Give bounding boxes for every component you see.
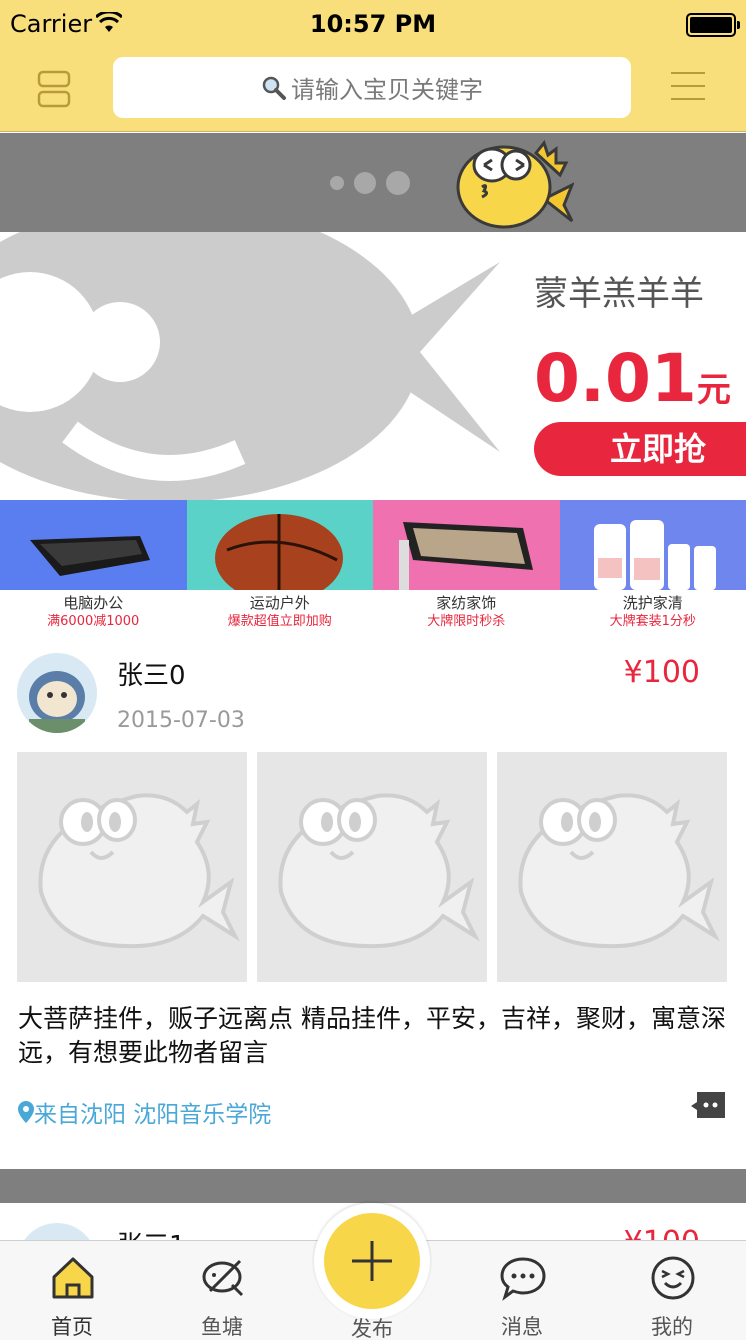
category-sub: 满6000减1000 (47, 614, 140, 628)
search-placeholder: 请输入宝贝关键字 (291, 76, 483, 104)
keyboard-image (0, 500, 187, 590)
fish-mascot-icon (456, 139, 574, 229)
tab-label: 鱼塘 (201, 1315, 243, 1339)
post-card[interactable]: 张三0 2015-07-03 ¥100 大菩萨挂件，贩子远离点 精品挂件，平安，… (0, 628, 746, 1169)
location-pin-icon (18, 1101, 34, 1123)
grab-now-button[interactable]: 立即抢 (534, 422, 746, 476)
pull-refresh-header (0, 133, 746, 232)
home-icon (52, 1257, 94, 1299)
fish-pond-icon (202, 1259, 244, 1297)
plus-icon (352, 1241, 392, 1281)
search-input[interactable]: 请输入宝贝关键字 (113, 57, 631, 118)
profile-face-icon (651, 1256, 695, 1300)
category-computer-office[interactable]: 电脑办公 满6000减1000 (0, 500, 187, 628)
tab-label: 首页 (51, 1315, 93, 1339)
publish-button-ring (314, 1203, 430, 1319)
framed-carpet-image (373, 500, 560, 590)
category-wash-care[interactable]: 洗护家清 大牌套装1分秒 (559, 500, 746, 628)
promo-banner[interactable]: 蒙羊羔羊羊 0.01元 立即抢 (0, 232, 746, 500)
post-location[interactable]: 来自沈阳 沈阳音乐学院 (18, 1095, 271, 1129)
promo-price-unit: 元 (696, 370, 731, 410)
section-divider (0, 1169, 746, 1203)
post-description: 大菩萨挂件，贩子远离点 精品挂件，平安，吉祥，聚财，寓意深远，有想要此物者留言 (18, 1004, 726, 1067)
category-row: 电脑办公 满6000减1000 运动户外 爆款超值立即加购 家纺家饰 大牌限时秒… (0, 500, 746, 628)
tab-messages[interactable]: 消息 (462, 1241, 582, 1340)
message-icon (500, 1257, 546, 1301)
promo-price-value: 0.01 (534, 340, 697, 417)
nav-bar: 请输入宝贝关键字 (0, 48, 746, 132)
clock: 10:57 PM (309, 10, 437, 38)
post-price: ¥100 (623, 655, 700, 690)
tab-fish-pond[interactable]: 鱼塘 (162, 1241, 282, 1340)
loading-dots (330, 171, 410, 195)
category-sub: 大牌限时秒杀 (427, 614, 506, 628)
publish-button[interactable] (324, 1213, 420, 1309)
post-images (17, 752, 727, 982)
promo-price: 0.01元 (534, 340, 731, 417)
search-icon (262, 76, 286, 100)
promo-title: 蒙羊羔羊羊 (534, 274, 704, 314)
post-date: 2015-07-03 (117, 708, 245, 733)
category-sub: 爆款超值立即加购 (227, 614, 332, 628)
tab-label: 消息 (501, 1315, 543, 1339)
post-image-placeholder[interactable] (257, 752, 487, 982)
dot (386, 171, 410, 195)
dot (354, 172, 376, 194)
category-sports-outdoor[interactable]: 运动户外 爆款超值立即加购 (186, 500, 373, 628)
basketball-image (186, 500, 373, 602)
fish-placeholder-image (0, 232, 500, 500)
post-image-placeholder[interactable] (17, 752, 247, 982)
category-home-textiles[interactable]: 家纺家饰 大牌限时秒杀 (373, 500, 560, 628)
avatar[interactable] (17, 653, 97, 733)
tab-home[interactable]: 首页 (12, 1241, 132, 1340)
post-image-placeholder[interactable] (497, 752, 727, 982)
tab-profile[interactable]: 我的 (612, 1241, 732, 1340)
post-location-text: 来自沈阳 沈阳音乐学院 (34, 1102, 272, 1128)
shampoo-bottles-image (559, 500, 746, 590)
menu-icon[interactable] (670, 70, 706, 102)
category-sub: 大牌套装1分秒 (609, 614, 696, 628)
fish-placeholder-icon (38, 793, 240, 949)
dot (330, 176, 344, 190)
post-username[interactable]: 张三0 (117, 655, 186, 692)
fish-placeholder-icon (518, 793, 720, 949)
battery-icon (686, 13, 740, 37)
status-bar: Carrier 10:57 PM (0, 0, 746, 48)
tab-label: 我的 (651, 1315, 693, 1339)
comment-icon[interactable] (691, 1090, 727, 1120)
tab-label: 发布 (351, 1317, 393, 1340)
scan-icon[interactable] (36, 70, 72, 108)
tab-bar: 首页 鱼塘 发布 消息 我的 (0, 1203, 746, 1340)
fish-placeholder-icon (278, 793, 480, 949)
